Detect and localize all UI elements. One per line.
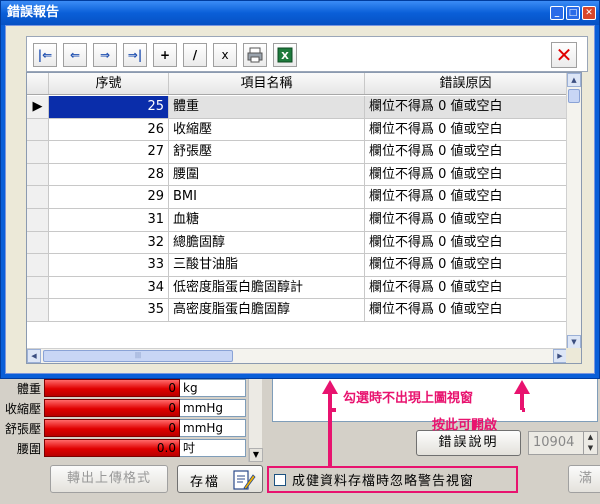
next-record-button[interactable]: ⇒	[93, 43, 117, 67]
grid-vertical-scrollbar[interactable]: ▲ ▼	[566, 73, 581, 349]
cell-item[interactable]: 總膽固醇	[169, 231, 365, 254]
row-indicator	[27, 118, 49, 141]
delete-record-button[interactable]: x	[213, 43, 237, 67]
cell-reason[interactable]: 欄位不得爲 0 値或空白	[365, 186, 567, 208]
printer-icon	[247, 47, 263, 63]
cell-item[interactable]: BMI	[169, 186, 365, 208]
edit-record-button[interactable]: /	[183, 43, 207, 67]
cell-item[interactable]: 低密度脂蛋白膽固醇計	[169, 276, 365, 299]
cell-no[interactable]: 34	[49, 276, 169, 299]
close-icon[interactable]: ✕	[582, 6, 596, 20]
cell-item[interactable]: 血糖	[169, 208, 365, 231]
cell-reason[interactable]: 欄位不得爲 0 値或空白	[365, 231, 567, 254]
scroll-down-icon[interactable]: ▼	[567, 335, 581, 349]
cell-no[interactable]: 27	[49, 141, 169, 163]
last-record-button[interactable]: ⇒|	[123, 43, 147, 67]
dialog-title: 錯誤報告	[7, 5, 60, 20]
svg-text:X: X	[281, 51, 289, 62]
cell-item[interactable]: 高密度脂蛋白膽固醇	[169, 299, 365, 321]
cell-no[interactable]: 25	[49, 96, 169, 118]
export-excel-button[interactable]: X	[273, 43, 297, 67]
cell-no[interactable]: 28	[49, 163, 169, 186]
table-row[interactable]: 35 高密度脂蛋白膽固醇 欄位不得爲 0 値或空白	[27, 299, 567, 322]
row-indicator	[27, 208, 49, 231]
cell-reason[interactable]: 欄位不得爲 0 値或空白	[365, 96, 567, 118]
table-row[interactable]: 31 血糖 欄位不得爲 0 値或空白	[27, 208, 567, 232]
column-header-no[interactable]: 序號	[49, 73, 169, 94]
cell-item[interactable]: 收縮壓	[169, 118, 365, 141]
error-grid: 序號 項目名稱 錯誤原因 ▶ 25 體重 欄位不得爲 0 値或空白 26 收縮壓…	[26, 72, 582, 364]
scrollbar-corner	[566, 348, 581, 363]
cell-no[interactable]: 29	[49, 186, 169, 208]
table-row[interactable]: 26 收縮壓 欄位不得爲 0 値或空白	[27, 118, 567, 142]
maximize-icon[interactable]: □	[566, 6, 580, 20]
cell-reason[interactable]: 欄位不得爲 0 値或空白	[365, 276, 567, 299]
excel-icon: X	[277, 47, 293, 63]
toolbar: |⇐ ⇐ ⇒ ⇒| + / x X ✕	[26, 36, 588, 72]
dialog-title-bar[interactable]: 錯誤報告 _ □ ✕	[1, 1, 599, 25]
cell-no[interactable]: 32	[49, 231, 169, 254]
error-report-dialog: 錯誤報告 _ □ ✕ |⇐ ⇐ ⇒ ⇒| + / x X ✕ 序號 項目名稱 錯…	[0, 0, 600, 379]
vertical-scroll-thumb[interactable]	[568, 89, 580, 103]
cell-reason[interactable]: 欄位不得爲 0 値或空白	[365, 254, 567, 276]
row-indicator	[27, 163, 49, 186]
minimize-icon[interactable]: _	[550, 6, 564, 20]
print-button[interactable]	[243, 43, 267, 67]
scroll-right-icon[interactable]: ▶	[553, 349, 567, 363]
row-indicator	[27, 299, 49, 321]
table-row[interactable]: 33 三酸甘油脂 欄位不得爲 0 値或空白	[27, 254, 567, 277]
callout-click-to-open-text: 按此可開啟	[432, 418, 498, 433]
row-indicator	[27, 254, 49, 276]
callout-no-popup-text: 勾選時不出現上圖視窗	[343, 391, 474, 406]
row-indicator-header	[27, 73, 49, 94]
current-row-pointer-icon: ▶	[27, 96, 49, 118]
cell-no[interactable]: 26	[49, 118, 169, 141]
row-indicator	[27, 231, 49, 254]
cell-reason[interactable]: 欄位不得爲 0 値或空白	[365, 208, 567, 231]
row-indicator	[27, 141, 49, 163]
grid-horizontal-scrollbar[interactable]: ◀ ||| ▶	[27, 348, 567, 363]
add-record-button[interactable]: +	[153, 43, 177, 67]
cell-item[interactable]: 舒張壓	[169, 141, 365, 163]
cell-item[interactable]: 腰圍	[169, 163, 365, 186]
cell-item[interactable]: 三酸甘油脂	[169, 254, 365, 276]
grid-header: 序號 項目名稱 錯誤原因	[27, 73, 567, 95]
table-row[interactable]: 32 總膽固醇 欄位不得爲 0 値或空白	[27, 231, 567, 255]
scroll-up-icon[interactable]: ▲	[567, 73, 581, 87]
prev-record-button[interactable]: ⇐	[63, 43, 87, 67]
scroll-left-icon[interactable]: ◀	[27, 349, 41, 363]
cell-no[interactable]: 31	[49, 208, 169, 231]
column-header-item[interactable]: 項目名稱	[169, 73, 365, 94]
cell-reason[interactable]: 欄位不得爲 0 値或空白	[365, 299, 567, 321]
cell-no[interactable]: 33	[49, 254, 169, 276]
cell-reason[interactable]: 欄位不得爲 0 値或空白	[365, 118, 567, 141]
table-row[interactable]: 27 舒張壓 欄位不得爲 0 値或空白	[27, 141, 567, 164]
close-dialog-button[interactable]: ✕	[551, 42, 577, 68]
cell-reason[interactable]: 欄位不得爲 0 値或空白	[365, 163, 567, 186]
cell-no[interactable]: 35	[49, 299, 169, 321]
table-row[interactable]: 28 腰圍 欄位不得爲 0 値或空白	[27, 163, 567, 187]
cell-reason[interactable]: 欄位不得爲 0 値或空白	[365, 141, 567, 163]
row-indicator	[27, 186, 49, 208]
cell-item[interactable]: 體重	[169, 96, 365, 118]
horizontal-scroll-thumb[interactable]: |||	[43, 350, 233, 362]
row-indicator	[27, 276, 49, 299]
column-header-reason[interactable]: 錯誤原因	[365, 73, 567, 94]
table-row[interactable]: 34 低密度脂蛋白膽固醇計 欄位不得爲 0 値或空白	[27, 276, 567, 300]
dialog-body: |⇐ ⇐ ⇒ ⇒| + / x X ✕ 序號 項目名稱 錯誤原因 ▶ 25 體重…	[5, 25, 595, 374]
first-record-button[interactable]: |⇐	[33, 43, 57, 67]
grid-rows: ▶ 25 體重 欄位不得爲 0 値或空白 26 收縮壓 欄位不得爲 0 値或空白…	[27, 96, 567, 322]
table-row[interactable]: ▶ 25 體重 欄位不得爲 0 値或空白	[27, 96, 567, 119]
table-row[interactable]: 29 BMI 欄位不得爲 0 値或空白	[27, 186, 567, 209]
